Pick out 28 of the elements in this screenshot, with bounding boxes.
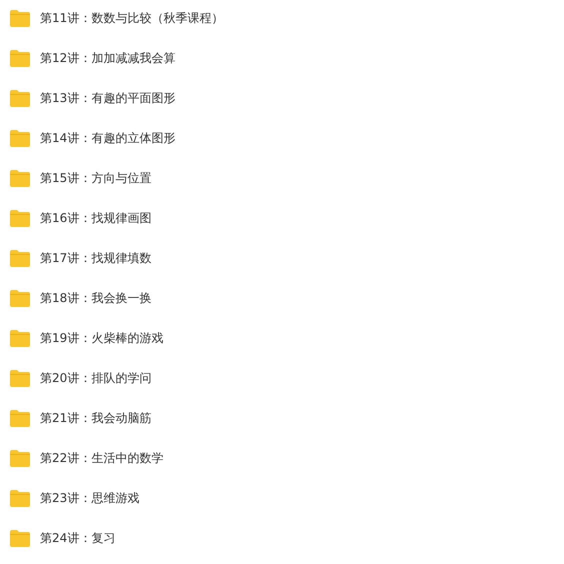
- folder-icon[interactable]: [10, 10, 30, 26]
- folder-name[interactable]: 第20讲：排队的学问: [40, 370, 152, 386]
- folder-name[interactable]: 第22讲：生活中的数学: [40, 450, 164, 466]
- folder-name[interactable]: 第11讲：数数与比较（秋季课程）: [40, 10, 224, 26]
- folder-name[interactable]: 第21讲：我会动脑筋: [40, 410, 152, 426]
- folder-icon[interactable]: [10, 250, 30, 266]
- folder-icon[interactable]: [10, 330, 30, 346]
- folder-icon[interactable]: [10, 370, 30, 386]
- folder-icon[interactable]: [10, 130, 30, 146]
- folder-icon[interactable]: [10, 490, 30, 506]
- folder-icon[interactable]: [10, 410, 30, 426]
- folder-name[interactable]: 第24讲：复习: [40, 530, 116, 546]
- folder-icon[interactable]: [10, 210, 30, 226]
- folder-name[interactable]: 第17讲：找规律填数: [40, 250, 152, 266]
- folder-icon[interactable]: [10, 530, 30, 546]
- folder-icon[interactable]: [10, 90, 30, 106]
- folder-icon[interactable]: [10, 50, 30, 66]
- folder-name[interactable]: 第12讲：加加减减我会算: [40, 50, 176, 66]
- folder-name[interactable]: 第15讲：方向与位置: [40, 170, 152, 186]
- folder-name[interactable]: 第14讲：有趣的立体图形: [40, 130, 176, 146]
- folder-icon[interactable]: [10, 170, 30, 186]
- folder-name[interactable]: 第13讲：有趣的平面图形: [40, 90, 176, 106]
- folder-icon[interactable]: [10, 290, 30, 306]
- folder-name[interactable]: 第18讲：我会换一换: [40, 290, 152, 306]
- folder-name[interactable]: 第16讲：找规律画图: [40, 210, 152, 226]
- folder-name[interactable]: 第19讲：火柴棒的游戏: [40, 330, 164, 346]
- folder-icon[interactable]: [10, 450, 30, 466]
- folder-name[interactable]: 第23讲：思维游戏: [40, 490, 140, 506]
